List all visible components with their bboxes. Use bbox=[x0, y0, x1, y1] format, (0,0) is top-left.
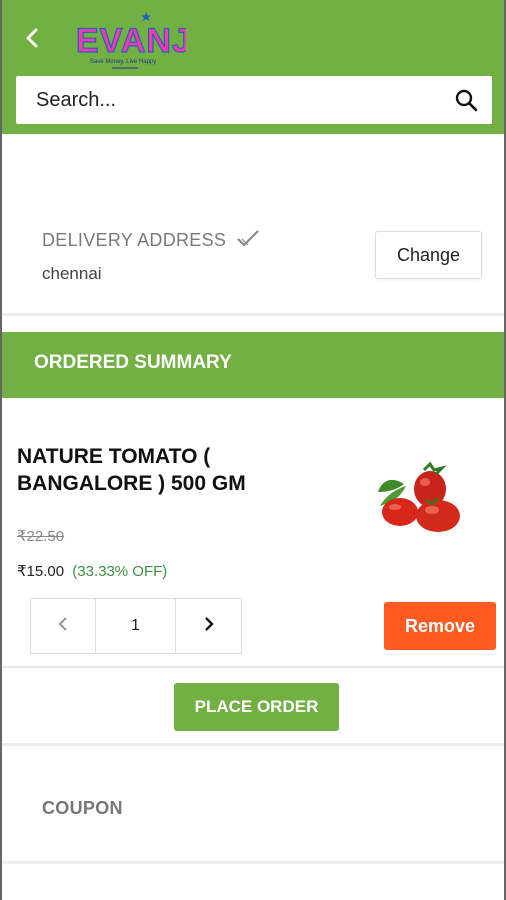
place-order-button[interactable]: PLACE ORDER bbox=[174, 683, 339, 731]
remove-button[interactable]: Remove bbox=[384, 602, 496, 650]
chevron-left-icon bbox=[58, 616, 68, 637]
product-name: NATURE TOMATO ( BANGALORE ) 500 GM bbox=[17, 445, 246, 495]
quantity-stepper: 1 bbox=[30, 598, 242, 654]
cart-item: NATURE TOMATO ( BANGALORE ) 500 GM ₹22.5… bbox=[2, 400, 504, 668]
quantity-value[interactable]: 1 bbox=[96, 598, 176, 654]
search-input[interactable] bbox=[36, 88, 452, 112]
delivery-address-heading: DELIVERY ADDRESS bbox=[42, 228, 260, 253]
app-header: EVANJ Save Money, Live Happy bbox=[2, 0, 504, 134]
discount-label: (33.33% OFF) bbox=[72, 563, 168, 580]
ordered-summary-bar: ORDERED SUMMARY bbox=[2, 332, 504, 398]
change-address-button[interactable]: Change bbox=[375, 231, 482, 279]
chevron-left-icon bbox=[25, 28, 39, 53]
svg-text:Save Money, Live Happy: Save Money, Live Happy bbox=[90, 59, 156, 65]
original-price: ₹22.50 bbox=[17, 528, 65, 545]
delivery-address-title: DELIVERY ADDRESS bbox=[42, 230, 227, 250]
svg-text:EVANJ: EVANJ bbox=[76, 22, 186, 60]
check-icon bbox=[236, 228, 260, 253]
delivery-address-card: DELIVERY ADDRESS chennai Change bbox=[2, 198, 504, 316]
back-button[interactable] bbox=[20, 26, 44, 54]
coupon-section[interactable]: COUPON bbox=[2, 760, 504, 864]
current-price: ₹15.00 bbox=[17, 563, 65, 580]
search-icon[interactable] bbox=[452, 86, 480, 114]
coupon-title: COUPON bbox=[42, 798, 123, 818]
search-bar bbox=[16, 76, 492, 124]
delivery-address-value: chennai bbox=[42, 264, 102, 283]
place-order-section: PLACE ORDER bbox=[2, 670, 504, 746]
tomato-image bbox=[372, 461, 472, 544]
price-row: ₹15.00 (33.33% OFF) bbox=[17, 562, 167, 580]
decrement-button[interactable] bbox=[30, 598, 96, 654]
ordered-summary-title: ORDERED SUMMARY bbox=[34, 352, 232, 373]
brand-logo[interactable]: EVANJ Save Money, Live Happy bbox=[74, 10, 191, 72]
app-frame: EVANJ Save Money, Live Happy DELIVERY AD… bbox=[0, 0, 506, 900]
chevron-right-icon bbox=[204, 616, 214, 637]
increment-button[interactable] bbox=[176, 598, 242, 654]
